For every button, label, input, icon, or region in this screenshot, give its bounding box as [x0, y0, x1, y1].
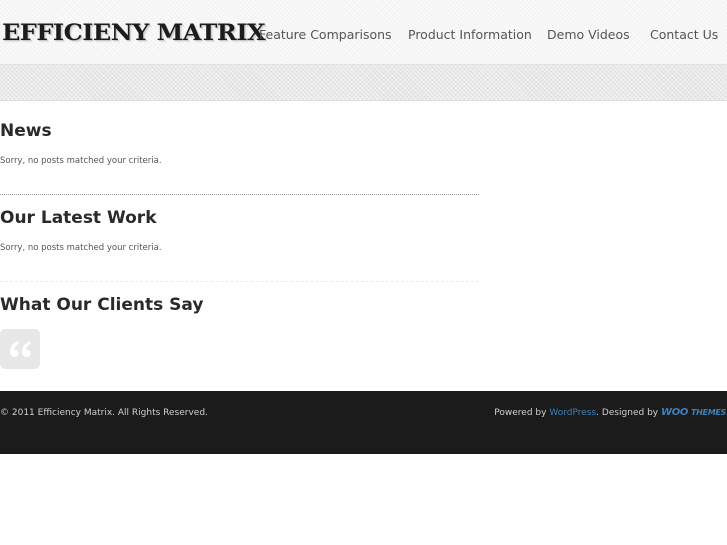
nav-demo-videos[interactable]: Demo Videos: [547, 27, 630, 43]
latest-work-divider: [0, 281, 479, 282]
nav-product-information[interactable]: Product Information: [408, 27, 532, 43]
wordpress-link[interactable]: WordPress: [549, 408, 596, 418]
testimonial-quote-box: [0, 329, 40, 369]
designed-by-label: . Designed by: [596, 408, 659, 418]
woothemes-logo-themes: THEMES: [690, 408, 726, 417]
latest-work-heading: Our Latest Work: [0, 208, 157, 228]
site-footer: © 2011 Efficiency Matrix. All Rights Res…: [0, 391, 727, 454]
copyright-text: © 2011 Efficiency Matrix. All Rights Res…: [0, 408, 208, 418]
woothemes-logo[interactable]: WOO THEMES: [661, 407, 726, 418]
powered-by-label: Powered by: [494, 408, 547, 418]
latest-work-empty-message: Sorry, no posts matched your criteria.: [0, 243, 162, 253]
nav-feature-comparisons[interactable]: Feature Comparisons: [259, 27, 392, 43]
site-logo[interactable]: EFFICIENY MATRIX: [2, 19, 266, 47]
news-heading: News: [0, 121, 52, 141]
textured-banner: [0, 64, 727, 101]
testimonials-heading: What Our Clients Say: [0, 295, 204, 315]
quote-icon: [10, 341, 31, 357]
news-empty-message: Sorry, no posts matched your criteria.: [0, 156, 162, 166]
news-divider: [0, 194, 479, 195]
site-header: EFFICIENY MATRIX Feature Comparisons Pro…: [0, 0, 727, 64]
nav-contact-us[interactable]: Contact Us: [650, 27, 718, 43]
woothemes-logo-woo: WOO: [661, 407, 689, 418]
footer-credits: Powered by WordPress. Designed by WOO TH…: [494, 407, 726, 419]
